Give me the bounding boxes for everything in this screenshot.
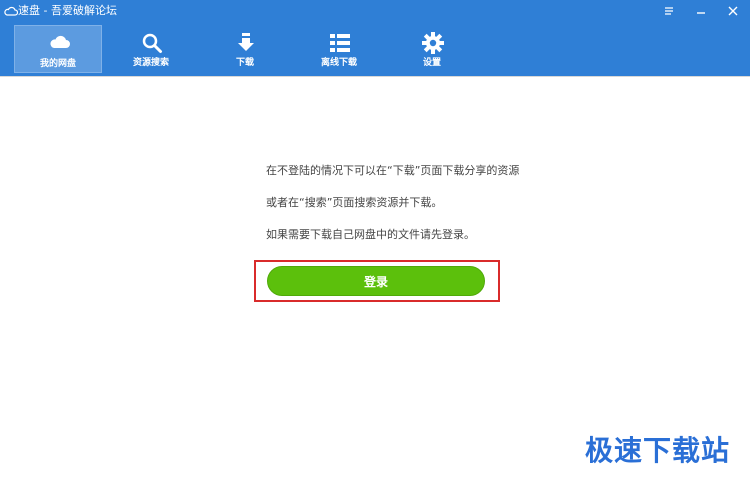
toolbar: 我的网盘 资源搜索 下载 离线下载 设置 — [0, 22, 750, 76]
close-icon[interactable] — [724, 3, 742, 19]
list-icon — [330, 34, 350, 52]
nav-label: 设置 — [422, 58, 441, 68]
title-bar: 速盘 - 吾爱破解论坛 — [0, 0, 750, 22]
menu-icon[interactable] — [660, 3, 678, 19]
minimize-icon[interactable] — [692, 3, 710, 19]
app-cloud-icon — [4, 4, 19, 18]
login-button[interactable]: 登录 — [267, 266, 485, 296]
window-title: 速盘 - 吾爱破解论坛 — [18, 4, 117, 17]
info-message: 如果需要下载自己网盘中的文件请先登录。 — [266, 228, 475, 241]
cloud-icon — [50, 35, 70, 48]
nav-settings[interactable]: 设置 — [388, 25, 476, 73]
nav-my-disk[interactable]: 我的网盘 — [14, 25, 102, 73]
nav-label: 离线下载 — [320, 58, 357, 68]
watermark: 极速下载站 — [584, 434, 730, 467]
nav-download[interactable]: 下载 — [201, 25, 289, 73]
nav-label: 资源搜索 — [132, 58, 169, 68]
nav-label: 我的网盘 — [39, 59, 76, 69]
search-icon — [142, 33, 162, 53]
info-message: 在不登陆的情况下可以在“下载”页面下载分享的资源 — [266, 164, 520, 177]
gear-icon — [422, 32, 444, 54]
nav-resource-search[interactable]: 资源搜索 — [107, 25, 195, 73]
nav-offline-download[interactable]: 离线下载 — [295, 25, 383, 73]
info-message: 或者在“搜索”页面搜索资源并下载。 — [266, 196, 443, 209]
download-icon — [238, 33, 254, 51]
divider — [0, 76, 750, 77]
nav-label: 下载 — [235, 58, 254, 68]
